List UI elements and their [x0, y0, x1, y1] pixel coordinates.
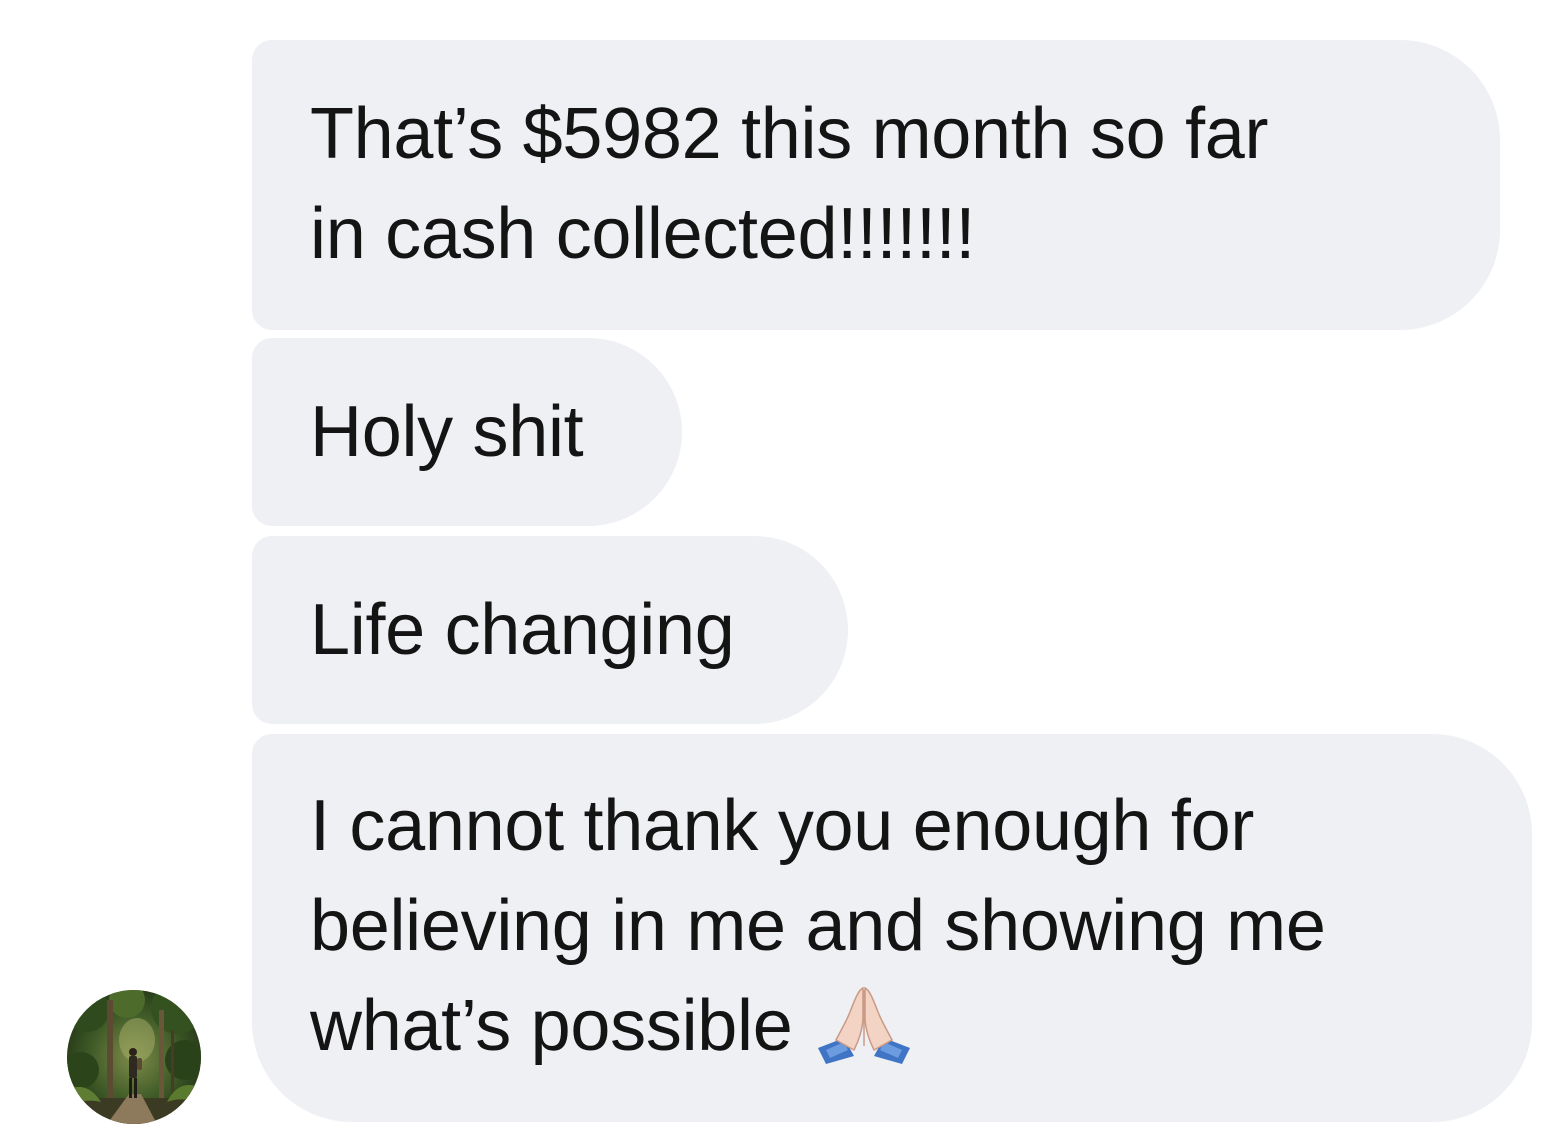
message-bubble[interactable]: Life changing	[252, 536, 848, 724]
message-text: Life changing	[310, 590, 735, 670]
message-bubble[interactable]: Holy shit	[252, 338, 682, 526]
avatar[interactable]	[67, 990, 201, 1124]
message-bubble[interactable]: I cannot thank you enough for believing …	[252, 734, 1532, 1122]
message-text: in cash collected!!!!!!!	[310, 194, 976, 274]
message-bubble[interactable]: That’s $5982 this month so far in cash c…	[252, 40, 1500, 330]
message-text: I cannot thank you enough for	[310, 786, 1254, 866]
message-text: Holy shit	[310, 392, 584, 472]
message-text: That’s $5982 this month so far	[310, 94, 1269, 174]
avatar-forest-photo	[67, 990, 201, 1124]
message-text: what’s possible	[310, 986, 793, 1066]
message-text: believing in me and showing me	[310, 886, 1326, 966]
folded-hands-icon	[814, 984, 914, 1064]
